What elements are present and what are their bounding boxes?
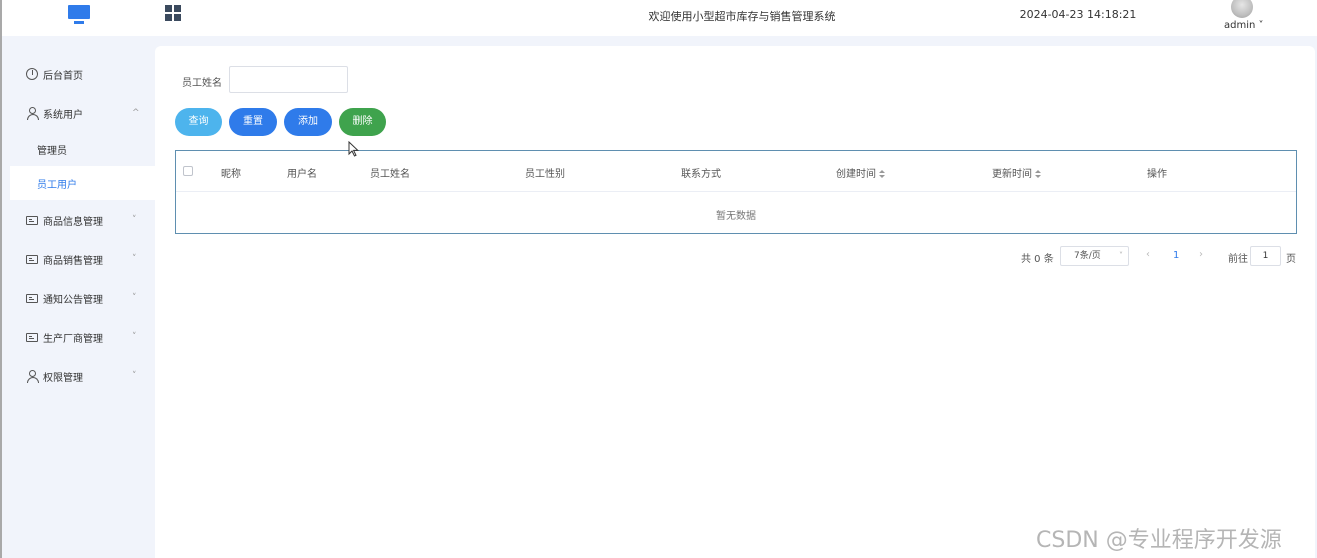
chevron-down-icon: ˅ xyxy=(132,332,137,342)
column-header-employee-name: 员工姓名 xyxy=(370,169,410,180)
sidebar-item-permissions[interactable]: 权限管理 ˅ xyxy=(2,358,155,394)
username: admin xyxy=(1224,20,1256,31)
column-header-actions: 操作 xyxy=(1147,169,1167,180)
sidebar-item-product-sales[interactable]: 商品销售管理 ˅ xyxy=(2,241,155,277)
main-content: 员工姓名 查询 重置 添加 删除 昵称 用户名 员工姓名 员工性别 联系方式 创… xyxy=(155,46,1315,558)
column-header-updated-time[interactable]: 更新时间 xyxy=(992,165,1041,180)
goto-label: 前往 xyxy=(1228,254,1248,265)
sidebar-item-label: 员工用户 xyxy=(37,179,77,191)
goto-page-input[interactable] xyxy=(1250,246,1281,266)
menu-toggle-grid-icon[interactable] xyxy=(165,5,181,21)
next-page-button[interactable]: › xyxy=(1199,249,1203,269)
column-header-nickname: 昵称 xyxy=(221,169,241,180)
query-button[interactable]: 查询 xyxy=(175,108,222,136)
sidebar-item-system-users[interactable]: 系统用户 ^ xyxy=(2,95,155,131)
sidebar-item-label: 商品信息管理 xyxy=(43,216,103,228)
sidebar-item-manufacturers[interactable]: 生产厂商管理 ˅ xyxy=(2,319,155,355)
search-label: 员工姓名 xyxy=(182,78,222,89)
select-all-checkbox[interactable] xyxy=(183,166,193,176)
sidebar-subitem-employee-users[interactable]: 员工用户 xyxy=(10,166,155,200)
goto-unit-label: 页 xyxy=(1286,254,1296,265)
column-header-gender: 员工性别 xyxy=(525,169,565,180)
sidebar-item-notices[interactable]: 通知公告管理 ˅ xyxy=(2,280,155,316)
current-datetime: 2024-04-23 14:18:21 xyxy=(1019,8,1137,21)
column-header-username: 用户名 xyxy=(287,169,317,180)
user-menu[interactable]: admin ˅ xyxy=(1224,20,1264,31)
clock-icon xyxy=(26,68,38,80)
chevron-down-icon: ˅ xyxy=(132,254,137,264)
delete-button[interactable]: 删除 xyxy=(339,108,386,136)
sidebar-subitem-admin[interactable]: 管理员 xyxy=(2,132,155,166)
user-icon xyxy=(26,107,39,120)
sidebar-item-label: 权限管理 xyxy=(43,372,83,384)
chevron-down-icon: ˅ xyxy=(132,371,137,381)
system-title: 欢迎使用小型超市库存与销售管理系统 xyxy=(648,10,836,23)
sidebar-item-label: 管理员 xyxy=(37,145,67,157)
column-header-label: 更新时间 xyxy=(992,169,1032,180)
column-header-contact: 联系方式 xyxy=(681,169,721,180)
chevron-up-icon: ^ xyxy=(132,108,140,118)
column-header-label: 创建时间 xyxy=(836,169,876,180)
prev-page-button[interactable]: ‹ xyxy=(1146,249,1150,269)
chevron-down-icon: ˅ xyxy=(1119,251,1123,260)
page-size-select[interactable]: 7条/页 ˅ xyxy=(1060,246,1129,266)
employee-name-input[interactable] xyxy=(229,66,348,93)
column-header-created-time[interactable]: 创建时间 xyxy=(836,165,885,180)
card-icon xyxy=(26,254,38,264)
chevron-down-icon: ˅ xyxy=(132,293,137,303)
mouse-cursor-icon xyxy=(348,141,360,157)
sidebar-item-product-info[interactable]: 商品信息管理 ˅ xyxy=(2,202,155,238)
chevron-down-icon: ˅ xyxy=(132,215,137,225)
reset-button[interactable]: 重置 xyxy=(229,108,277,136)
employee-table: 昵称 用户名 员工姓名 员工性别 联系方式 创建时间 更新时间 操作 暂无数据 xyxy=(175,150,1297,234)
table-header: 昵称 用户名 员工姓名 员工性别 联系方式 创建时间 更新时间 操作 xyxy=(176,151,1296,192)
user-icon xyxy=(26,370,39,383)
card-icon xyxy=(26,332,38,342)
sidebar-item-label: 通知公告管理 xyxy=(43,294,103,306)
card-icon xyxy=(26,215,38,225)
sidebar-item-label: 系统用户 xyxy=(43,109,83,121)
empty-table-text: 暂无数据 xyxy=(716,211,756,222)
sidebar-item-label: 商品销售管理 xyxy=(43,255,103,267)
sidebar-item-dashboard[interactable]: 后台首页 xyxy=(2,56,155,92)
pagination-total: 共 0 条 xyxy=(1021,254,1054,265)
watermark: CSDN @专业程序开发源 xyxy=(1036,528,1282,553)
sort-icon[interactable] xyxy=(1035,169,1041,179)
chevron-down-icon: ˅ xyxy=(1258,20,1264,31)
avatar[interactable] xyxy=(1231,0,1253,18)
monitor-logo-icon xyxy=(68,5,90,25)
sidebar: 后台首页 系统用户 ^ 管理员 员工用户 商品信息管理 ˅ 商品销售管理 ˅ 通… xyxy=(2,36,155,558)
card-icon xyxy=(26,293,38,303)
sidebar-item-label: 后台首页 xyxy=(43,70,83,82)
sort-icon[interactable] xyxy=(879,169,885,179)
page-number-current[interactable]: 1 xyxy=(1173,250,1179,270)
add-button[interactable]: 添加 xyxy=(284,108,332,136)
page-size-value: 7条/页 xyxy=(1074,251,1101,261)
top-header: 欢迎使用小型超市库存与销售管理系统 2024-04-23 14:18:21 ad… xyxy=(2,0,1317,36)
sidebar-item-label: 生产厂商管理 xyxy=(43,333,103,345)
